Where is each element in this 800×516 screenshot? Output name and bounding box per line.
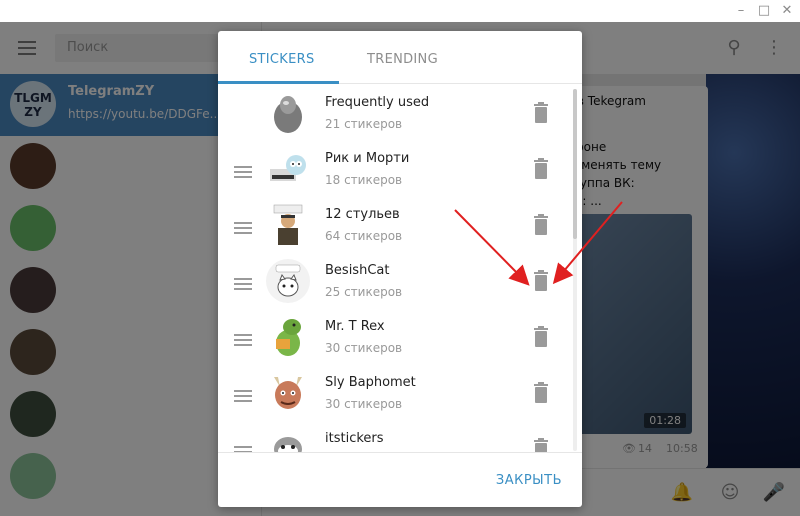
drag-handle-icon[interactable] (234, 278, 252, 290)
sticker-set-name: itstickers (325, 431, 384, 446)
sticker-set-list[interactable]: Frequently used 21 стикеров Рик и Морти … (218, 85, 582, 452)
dialog-footer: ЗАКРЫТЬ (218, 452, 582, 507)
trash-icon[interactable] (532, 158, 550, 180)
drag-handle-icon[interactable] (234, 222, 252, 234)
drag-handle-icon[interactable] (234, 334, 252, 346)
minimize-icon[interactable]: – (732, 2, 750, 20)
sticker-set-name: Рик и Морти (325, 151, 410, 166)
trash-icon[interactable] (532, 102, 550, 124)
sticker-set-name: Mr. T Rex (325, 319, 385, 334)
maximize-icon[interactable]: □ (755, 2, 773, 20)
tab-stickers[interactable]: STICKERS (249, 52, 315, 67)
sticker-thumbnail (266, 371, 310, 415)
sticker-set-name: Frequently used (325, 95, 430, 110)
tab-trending[interactable]: TRENDING (367, 52, 438, 67)
scrollbar-thumb[interactable] (573, 89, 577, 239)
window-titlebar: – □ ✕ (0, 0, 800, 22)
sticker-set-row[interactable]: BesishCat 25 стикеров (218, 253, 582, 309)
sticker-thumbnail (266, 91, 310, 135)
sticker-set-row[interactable]: Mr. T Rex 30 стикеров (218, 309, 582, 365)
drag-handle-icon[interactable] (234, 390, 252, 402)
sticker-set-count: 25 стикеров (325, 285, 403, 299)
sticker-set-count: 30 стикеров (325, 397, 403, 411)
sticker-set-name: BesishCat (325, 263, 390, 278)
trash-icon[interactable] (532, 438, 550, 452)
tab-bar: STICKERS TRENDING (218, 31, 582, 84)
sticker-set-name: 12 стульев (325, 207, 400, 222)
active-tab-indicator (218, 81, 339, 84)
sticker-set-row[interactable]: itstickers (218, 421, 582, 452)
list-scrollbar[interactable] (573, 89, 577, 451)
close-button[interactable]: ЗАКРЫТЬ (496, 473, 562, 488)
sticker-set-count: 18 стикеров (325, 173, 403, 187)
sticker-thumbnail (266, 427, 310, 452)
sticker-set-name: Sly Baphomet (325, 375, 416, 390)
sticker-set-count: 30 стикеров (325, 341, 403, 355)
trash-icon[interactable] (532, 382, 550, 404)
trash-icon[interactable] (532, 214, 550, 236)
sticker-set-row[interactable]: Frequently used 21 стикеров (218, 85, 582, 141)
sticker-thumbnail (266, 203, 310, 247)
close-icon[interactable]: ✕ (778, 2, 796, 20)
sticker-set-row[interactable]: 12 стульев 64 стикеров (218, 197, 582, 253)
sticker-set-row[interactable]: Рик и Морти 18 стикеров (218, 141, 582, 197)
trash-icon[interactable] (532, 326, 550, 348)
sticker-set-count: 64 стикеров (325, 229, 403, 243)
sticker-thumbnail (266, 259, 310, 303)
sticker-thumbnail (266, 315, 310, 359)
stickers-dialog: STICKERS TRENDING Frequently used 21 сти… (218, 31, 582, 507)
sticker-set-row[interactable]: Sly Baphomet 30 стикеров (218, 365, 582, 421)
sticker-thumbnail (266, 147, 310, 191)
sticker-set-count: 21 стикеров (325, 117, 403, 131)
trash-icon[interactable] (532, 270, 550, 292)
drag-handle-icon[interactable] (234, 166, 252, 178)
